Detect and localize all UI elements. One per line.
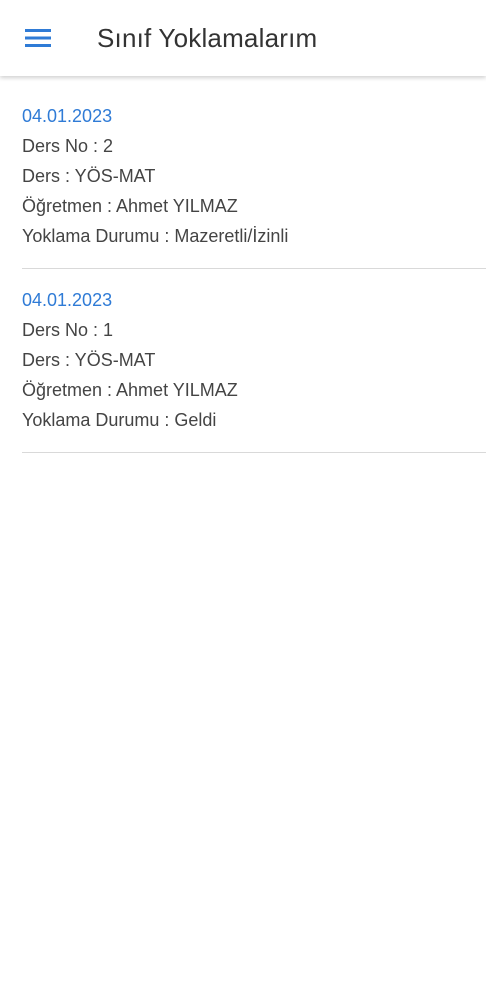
record-lesson-no: Ders No : 1 bbox=[22, 320, 114, 340]
record-lesson-no: Ders No : 2 bbox=[22, 136, 114, 156]
page-title: Sınıf Yoklamalarım bbox=[97, 22, 318, 53]
record-date: 04.01.2023 bbox=[22, 106, 113, 126]
hamburger-menu-icon bbox=[25, 29, 51, 47]
record-teacher: Öğretmen : Ahmet YILMAZ bbox=[22, 196, 238, 216]
record-course: Ders : YÖS-MAT bbox=[22, 350, 156, 370]
attendance-record[interactable]: 04.01.2023 Ders No : 2 Ders : YÖS-MAT Öğ… bbox=[22, 76, 486, 269]
app-bar: Sınıf Yoklamalarım bbox=[0, 0, 486, 76]
record-status: Yoklama Durumu : Mazeretli/İzinli bbox=[22, 226, 289, 246]
record-date: 04.01.2023 bbox=[22, 290, 113, 310]
attendance-list: 04.01.2023 Ders No : 2 Ders : YÖS-MAT Öğ… bbox=[0, 76, 486, 453]
menu-button[interactable] bbox=[21, 21, 55, 55]
record-course: Ders : YÖS-MAT bbox=[22, 166, 156, 186]
record-status: Yoklama Durumu : Geldi bbox=[22, 410, 217, 430]
record-teacher: Öğretmen : Ahmet YILMAZ bbox=[22, 380, 238, 400]
attendance-record[interactable]: 04.01.2023 Ders No : 1 Ders : YÖS-MAT Öğ… bbox=[22, 269, 486, 453]
